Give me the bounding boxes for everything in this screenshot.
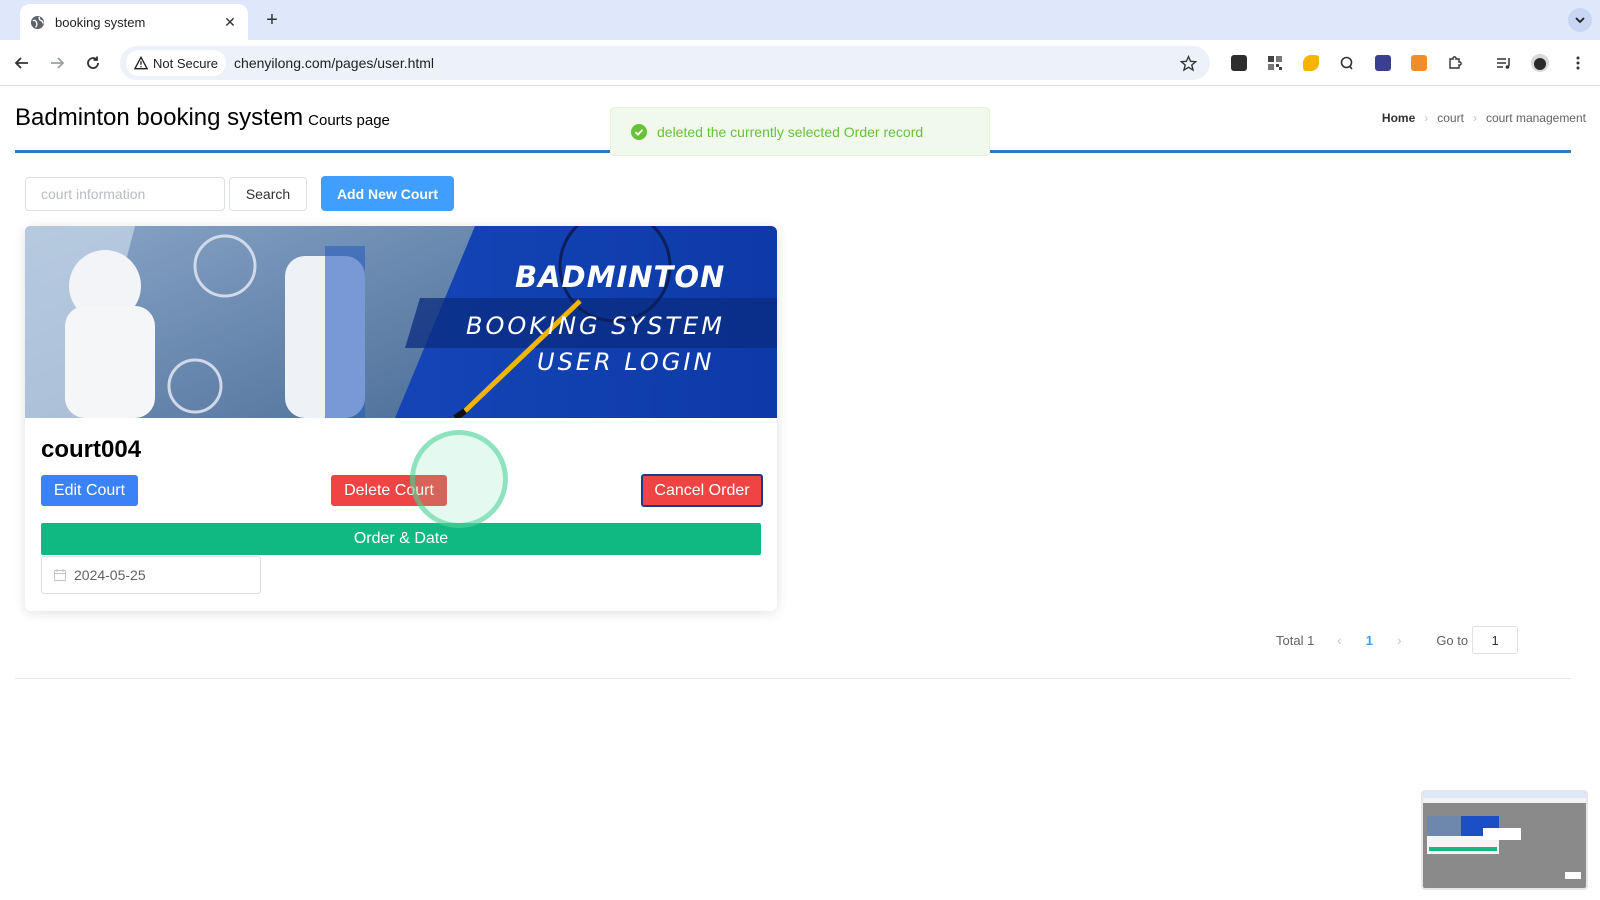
profile-avatar[interactable]: [1529, 52, 1551, 74]
browser-tab[interactable]: booking system ✕: [20, 4, 248, 40]
breadcrumb-chevron-icon: ›: [1472, 111, 1477, 125]
calendar-icon: [54, 569, 66, 581]
success-toast: deleted the currently selected Order rec…: [610, 107, 990, 156]
court-card: BADMINTON BOOKING SYSTEM USER LOGIN cour…: [25, 226, 777, 611]
goto-label: Go to: [1436, 632, 1469, 648]
click-indicator: [410, 430, 508, 528]
extension-orange-icon[interactable]: [1408, 52, 1430, 74]
browser-toolbar: Not Secure chenyilong.com/pages/user.htm…: [0, 40, 1600, 86]
security-label: Not Secure: [153, 55, 219, 71]
tab-title: booking system: [55, 14, 146, 30]
breadcrumb-chevron-icon: ›: [1424, 111, 1429, 125]
breadcrumb-home[interactable]: Home: [1382, 111, 1415, 125]
edit-court-button[interactable]: Edit Court: [41, 475, 138, 506]
extension-yellow-icon[interactable]: [1300, 52, 1322, 74]
reload-icon[interactable]: [81, 51, 105, 75]
breadcrumb-court[interactable]: court: [1437, 111, 1464, 125]
goto-page-input[interactable]: [1472, 626, 1519, 654]
new-tab-icon[interactable]: +: [262, 8, 282, 32]
prev-page-chevron-icon[interactable]: ‹: [1324, 632, 1354, 648]
address-bar[interactable]: Not Secure chenyilong.com/pages/user.htm…: [120, 46, 1210, 80]
extension-ia-icon[interactable]: [1372, 52, 1394, 74]
extensions-puzzle-icon[interactable]: [1444, 52, 1466, 74]
page-title-text: Badminton booking system: [15, 104, 304, 131]
court-name: court004: [41, 436, 142, 463]
banner-title: BADMINTON: [515, 260, 726, 294]
order-date-value: 2024-05-25: [74, 567, 146, 583]
breadcrumb: Home › court › court management: [1382, 111, 1586, 125]
browser-tab-bar: booking system ✕ +: [0, 0, 1600, 40]
banner-line-1: BOOKING SYSTEM: [466, 312, 725, 340]
content-divider: [15, 678, 1571, 679]
forward-arrow-icon[interactable]: [45, 51, 69, 75]
court-banner-image: BADMINTON BOOKING SYSTEM USER LOGIN: [25, 226, 777, 421]
warning-icon: [134, 56, 148, 70]
back-arrow-icon[interactable]: [10, 51, 34, 75]
browser-menu-icon[interactable]: [1567, 52, 1589, 74]
toast-message: deleted the currently selected Order rec…: [657, 123, 924, 140]
add-new-court-button[interactable]: Add New Court: [321, 176, 454, 211]
next-page-chevron-icon[interactable]: ›: [1384, 632, 1414, 648]
tab-search-chevron-icon[interactable]: [1568, 8, 1592, 32]
search-button[interactable]: Search: [229, 177, 307, 211]
close-tab-icon[interactable]: ✕: [222, 14, 238, 31]
order-date-field[interactable]: 2024-05-25: [41, 556, 261, 594]
globe-icon: [30, 15, 45, 30]
banner-line-2: USER LOGIN: [537, 348, 715, 376]
media-controls-icon[interactable]: [1493, 52, 1515, 74]
breadcrumb-court-management: court management: [1485, 111, 1586, 125]
security-chip[interactable]: Not Secure: [126, 50, 227, 76]
cancel-order-button[interactable]: Cancel Order: [641, 474, 763, 507]
order-date-header: Order & Date: [41, 523, 761, 555]
url-text[interactable]: chenyilong.com/pages/user.html: [234, 55, 1174, 71]
page-title: Badminton booking system Courts page: [15, 104, 390, 132]
page-subtitle: Courts page: [308, 112, 390, 129]
extension-dark-icon[interactable]: [1228, 52, 1250, 74]
success-check-icon: [631, 123, 647, 140]
page-number-current[interactable]: 1: [1354, 633, 1384, 648]
extension-qr-icon[interactable]: [1264, 52, 1286, 74]
pagination: Total 1 ‹ 1 › Go to: [1276, 626, 1519, 654]
extension-search-icon[interactable]: [1336, 52, 1358, 74]
court-search-input[interactable]: [25, 177, 225, 211]
screenshot-preview-thumbnail[interactable]: [1421, 790, 1588, 890]
bookmark-star-icon[interactable]: [1174, 54, 1202, 72]
pagination-total: Total 1: [1276, 632, 1315, 648]
